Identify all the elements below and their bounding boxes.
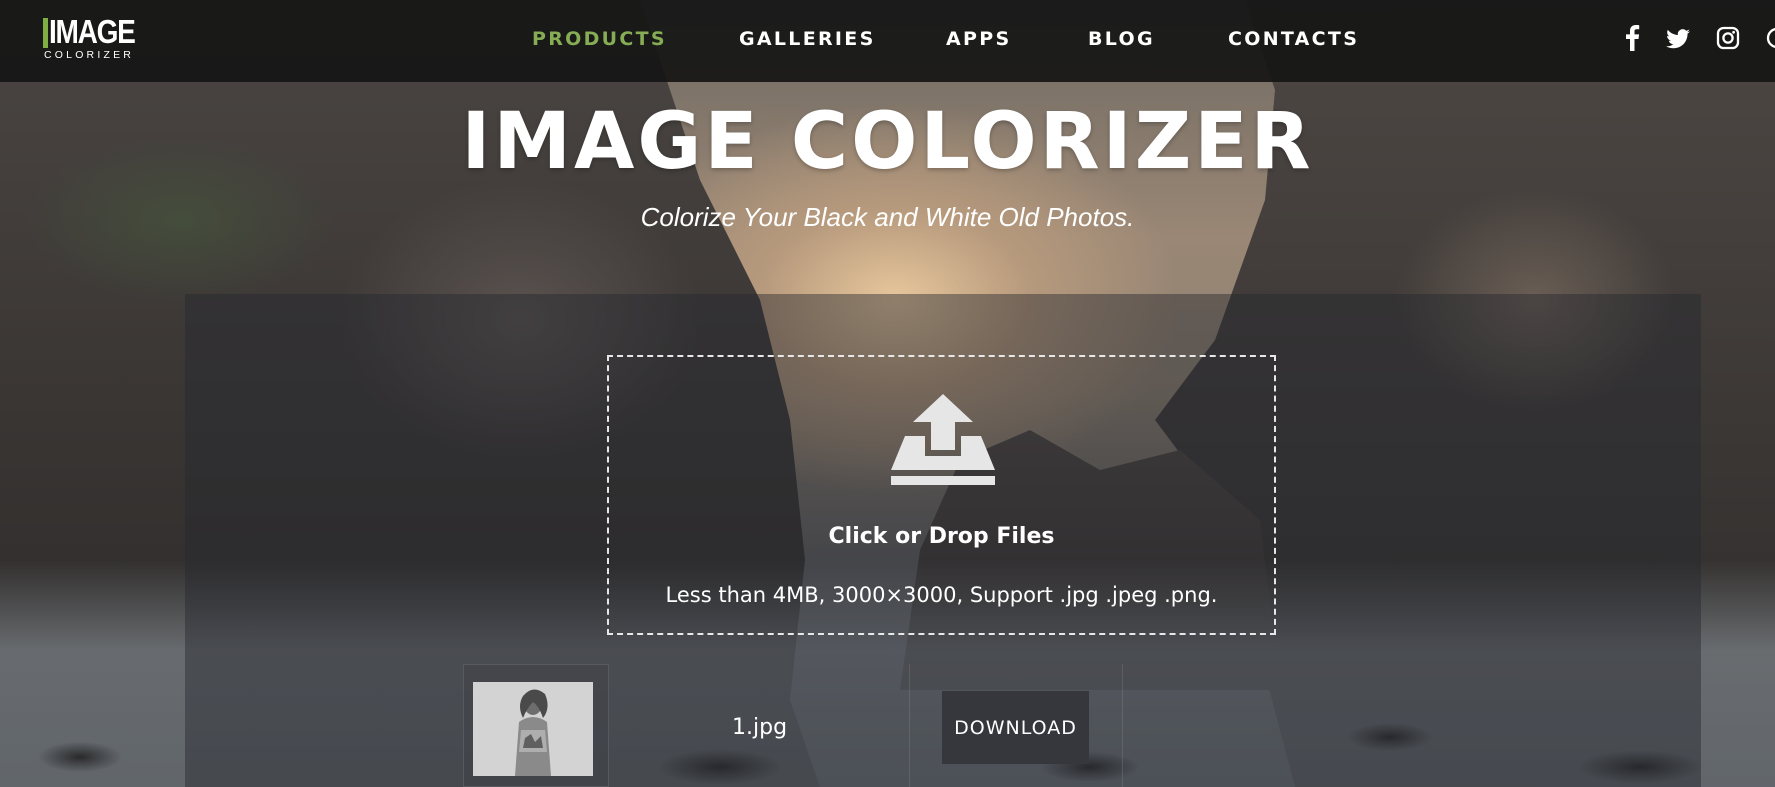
logo-accent-bar — [43, 18, 48, 48]
hero-subtitle: Colorize Your Black and White Old Photos… — [640, 202, 1135, 232]
file-row: 1.jpg DOWNLOAD — [463, 664, 1123, 787]
nav-item-galleries[interactable]: GALLERIES — [739, 24, 876, 54]
file-name: 1.jpg — [732, 715, 788, 740]
logo-word: IMAGE — [49, 13, 136, 50]
dropzone-title: Click or Drop Files — [828, 524, 1055, 549]
file-thumbnail-cell — [463, 664, 609, 787]
nav-item-blog[interactable]: BLOG — [1088, 24, 1155, 54]
top-navbar: IMAGE COLORIZER PRODUCTS GALLERIES APPS … — [0, 0, 1775, 82]
logo-subword: COLORIZER — [44, 49, 135, 61]
hero-title: IMAGE COLORIZER — [461, 97, 1314, 187]
download-button[interactable]: DOWNLOAD — [942, 691, 1089, 764]
file-dropzone[interactable]: Click or Drop Files Less than 4MB, 3000×… — [607, 355, 1276, 635]
dropzone-hint: Less than 4MB, 3000×3000, Support .jpg .… — [665, 583, 1218, 607]
instagram-icon[interactable] — [1716, 24, 1740, 52]
facebook-icon[interactable] — [1622, 24, 1642, 52]
twitter-icon[interactable] — [1665, 24, 1691, 52]
site-logo[interactable]: IMAGE COLORIZER — [43, 13, 153, 62]
nav-item-apps[interactable]: APPS — [946, 24, 1011, 54]
nav-item-products[interactable]: PRODUCTS — [532, 24, 667, 54]
extra-social-icon[interactable] — [1765, 24, 1775, 52]
upload-tray-icon — [889, 392, 997, 497]
nav-item-contacts[interactable]: CONTACTS — [1228, 24, 1359, 54]
file-thumbnail — [473, 682, 593, 776]
